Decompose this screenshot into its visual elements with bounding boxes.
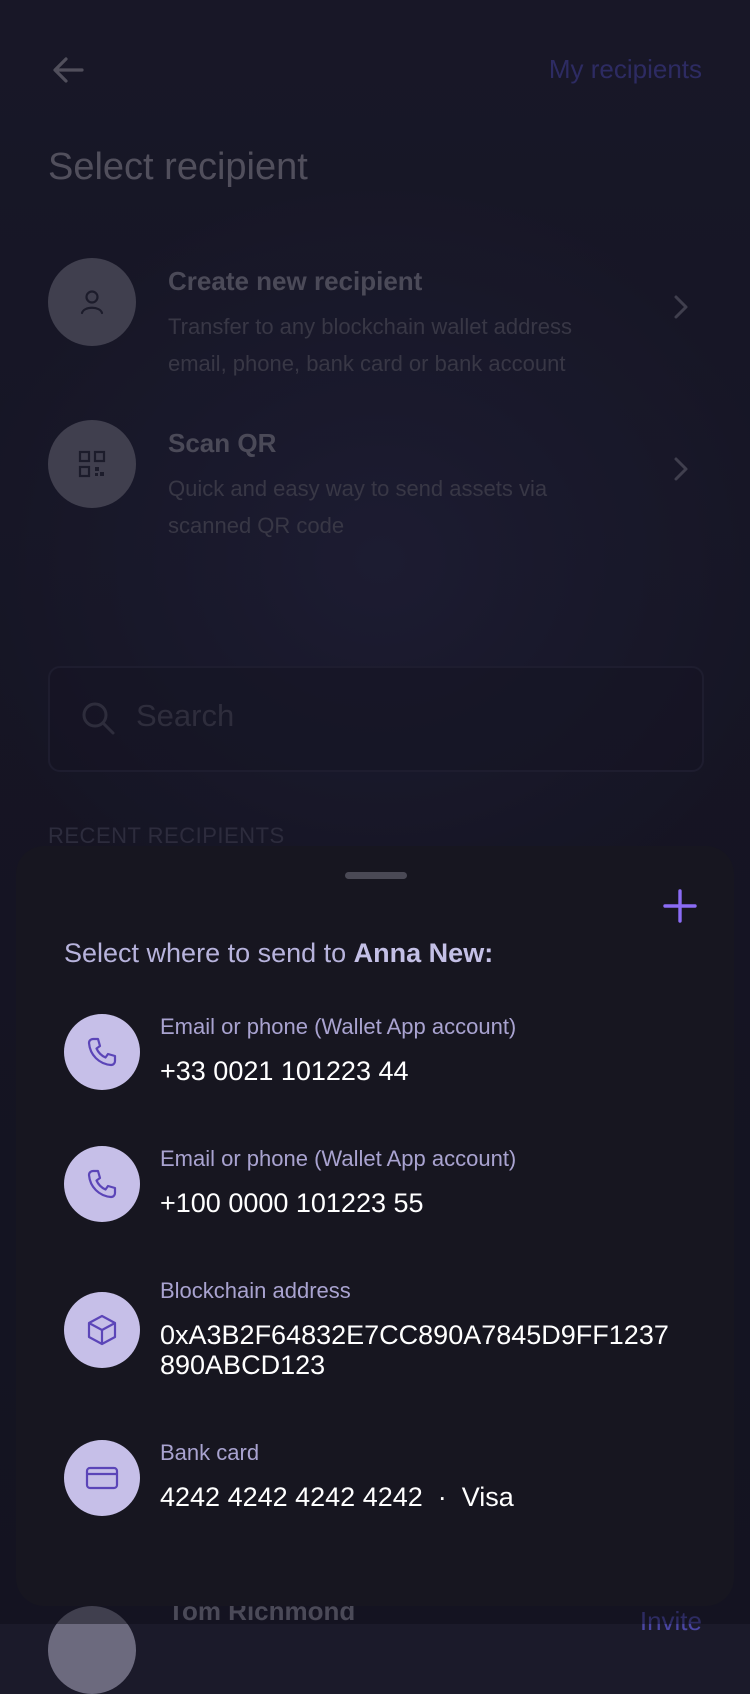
destination-label: Bank card: [160, 1440, 260, 1465]
destination-value: 0xA3B2F64832E7CC890A7845D9FF1237890ABCD1…: [160, 1320, 669, 1380]
destination-item[interactable]: Blockchain address 0xA3B2F64832E7CC890A7…: [64, 1278, 704, 1388]
sheet-heading: Select where to send to Anna New:: [64, 938, 493, 969]
sheet-heading-prefix: Select where to send to: [64, 938, 354, 968]
destination-value: 4242 4242 4242 4242 · Visa: [160, 1482, 514, 1512]
destination-item[interactable]: Email or phone (Wallet App account) +100…: [64, 1146, 704, 1226]
destination-item[interactable]: Bank card 4242 4242 4242 4242 · Visa: [64, 1440, 704, 1520]
destination-value: +33 0021 101223 44: [160, 1056, 409, 1086]
destination-value: +100 0000 101223 55: [160, 1188, 424, 1218]
destination-label: Blockchain address: [160, 1278, 351, 1303]
cube-icon-circle: [64, 1292, 140, 1368]
cube-icon: [87, 1314, 117, 1346]
phone-icon: [87, 1169, 117, 1199]
destination-bottom-sheet: Select where to send to Anna New: Email …: [16, 846, 734, 1606]
destination-label: Email or phone (Wallet App account): [160, 1146, 517, 1171]
phone-icon-circle: [64, 1146, 140, 1222]
phone-icon-circle: [64, 1014, 140, 1090]
plus-icon[interactable]: [660, 886, 700, 926]
destination-item[interactable]: Email or phone (Wallet App account) +33 …: [64, 1014, 704, 1094]
phone-icon: [87, 1037, 117, 1067]
recipient-name: Anna New:: [353, 938, 494, 968]
sheet-drag-handle[interactable]: [345, 872, 407, 879]
card-icon-circle: [64, 1440, 140, 1516]
card-icon: [85, 1466, 119, 1490]
destination-label: Email or phone (Wallet App account): [160, 1014, 517, 1039]
